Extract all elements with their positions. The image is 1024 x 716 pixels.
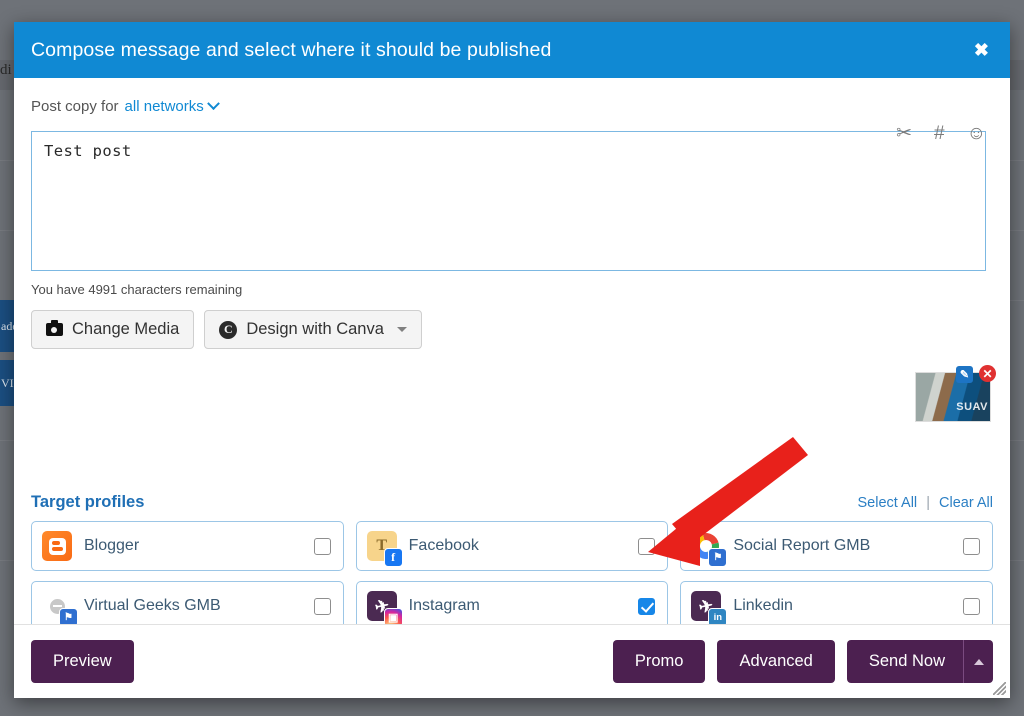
emoji-icon[interactable]: ☺	[967, 124, 986, 143]
post-copy-row: Post copy for all networks	[31, 78, 993, 115]
media-actions: Change Media C Design with Canva	[31, 310, 993, 349]
profile-name: Blogger	[84, 537, 140, 554]
blogger-icon	[42, 531, 72, 561]
avatar: ✈ in	[691, 591, 728, 624]
modal-body: Post copy for all networks ✂ # ☺ You hav…	[14, 78, 1010, 624]
profile-card-row: ✈ in Linkedin	[691, 591, 980, 624]
profile-checkbox-instagram[interactable]	[638, 597, 656, 615]
promo-button[interactable]: Promo	[612, 640, 706, 683]
camera-icon	[46, 320, 63, 336]
profile-card-row: ⚑ Social Report GMB	[691, 531, 980, 567]
design-with-canva-label: Design with Canva	[246, 320, 384, 338]
avatar: T f	[366, 531, 403, 567]
chevron-down-icon	[206, 97, 220, 111]
linkedin-badge-icon: in	[708, 608, 728, 624]
send-now-button[interactable]: Send Now	[846, 640, 963, 683]
media-preview-image	[915, 372, 991, 422]
edit-media-icon[interactable]: ✎	[956, 366, 973, 383]
compose-modal: Compose message and select where it shou…	[14, 22, 1010, 698]
message-composer-input[interactable]	[31, 131, 986, 271]
post-copy-label: Post copy for	[31, 98, 119, 115]
profile-card-row: Blogger	[42, 531, 331, 561]
character-counter: You have 4991 characters remaining	[31, 282, 243, 297]
profile-card-blogger[interactable]: Blogger	[31, 521, 344, 571]
avatar	[42, 531, 72, 561]
send-options-chevron-up-icon[interactable]	[963, 640, 993, 683]
footer-primary-actions: Promo Advanced Send Now	[612, 640, 993, 683]
target-profiles-grid: Blogger ⚑ Virtual Geeks GMB T f Facebook…	[31, 521, 993, 624]
post-copy-network-selector[interactable]: all networks	[124, 97, 220, 115]
profile-checkbox-facebook[interactable]	[638, 537, 656, 555]
gmb-badge-icon: ⚑	[708, 548, 728, 567]
chevron-down-icon	[396, 327, 407, 332]
profile-checkbox-virtual-geeks-gmb[interactable]	[313, 597, 331, 615]
profile-card-row: ⚑ Virtual Geeks GMB	[42, 591, 331, 624]
attached-media-thumbnail[interactable]: ✎ ✕	[915, 365, 996, 422]
design-with-canva-button[interactable]: C Design with Canva	[204, 310, 422, 349]
resize-grip-icon[interactable]	[993, 682, 1006, 695]
post-copy-network-value: all networks	[124, 98, 204, 115]
instagram-badge-icon: ▣	[383, 608, 403, 624]
modal-title: Compose message and select where it shou…	[31, 38, 552, 61]
clear-all-link[interactable]: Clear All	[939, 495, 993, 511]
advanced-button[interactable]: Advanced	[717, 640, 835, 683]
target-profiles-title: Target profiles	[31, 493, 145, 511]
profile-card-row: T f Facebook	[366, 531, 656, 567]
profiles-column-2: T f Facebook ✈ ▣ Instagram	[355, 521, 669, 624]
target-profiles-list[interactable]: Blogger ⚑ Virtual Geeks GMB T f Facebook…	[31, 521, 993, 624]
profile-name: Social Report GMB	[733, 537, 871, 554]
close-icon[interactable]: ✖	[970, 39, 993, 61]
profile-card-facebook[interactable]: T f Facebook	[355, 521, 669, 571]
send-button-group: Send Now	[846, 640, 993, 683]
profile-card-virtual-geeks-gmb[interactable]: ⚑ Virtual Geeks GMB	[31, 581, 344, 624]
actions-separator: |	[926, 494, 930, 511]
profile-card-row: ✈ ▣ Instagram	[366, 591, 656, 624]
facebook-badge-icon: f	[383, 548, 403, 567]
profile-name: Virtual Geeks GMB	[84, 597, 221, 614]
scissors-icon[interactable]: ✂	[896, 124, 912, 143]
gmb-badge-icon: ⚑	[59, 608, 78, 624]
target-profiles-actions: Select All | Clear All	[858, 495, 994, 511]
preview-button[interactable]: Preview	[31, 640, 134, 683]
avatar: ⚑	[42, 591, 78, 624]
editor-toolbar: ✂ # ☺	[896, 124, 986, 143]
profile-checkbox-social-report-gmb[interactable]	[962, 537, 980, 555]
avatar: ⚑	[691, 531, 728, 567]
profile-name: Instagram	[408, 597, 480, 614]
modal-footer: Preview Promo Advanced Send Now	[14, 624, 1010, 698]
profile-card-linkedin[interactable]: ✈ in Linkedin	[680, 581, 993, 624]
canva-icon: C	[219, 320, 238, 339]
profile-checkbox-linkedin[interactable]	[962, 597, 980, 615]
target-profiles-header: Target profiles Select All | Clear All	[31, 493, 993, 512]
profiles-column-3: ⚑ Social Report GMB ✈ in Linkedin	[680, 521, 993, 624]
select-all-link[interactable]: Select All	[858, 495, 918, 511]
profile-card-social-report-gmb[interactable]: ⚑ Social Report GMB	[680, 521, 993, 571]
profiles-column-1: Blogger ⚑ Virtual Geeks GMB	[31, 521, 344, 624]
modal-header: Compose message and select where it shou…	[14, 22, 1010, 78]
change-media-label: Change Media	[72, 320, 180, 338]
profile-card-instagram[interactable]: ✈ ▣ Instagram Direct Posting	[355, 581, 669, 624]
change-media-button[interactable]: Change Media	[31, 310, 195, 349]
profile-checkbox-blogger[interactable]	[313, 537, 331, 555]
profile-name: Facebook	[408, 537, 479, 554]
hashtag-icon[interactable]: #	[934, 124, 945, 143]
avatar: ✈ ▣	[366, 591, 403, 624]
remove-media-icon[interactable]: ✕	[979, 365, 996, 382]
profile-name: Linkedin	[733, 597, 793, 614]
